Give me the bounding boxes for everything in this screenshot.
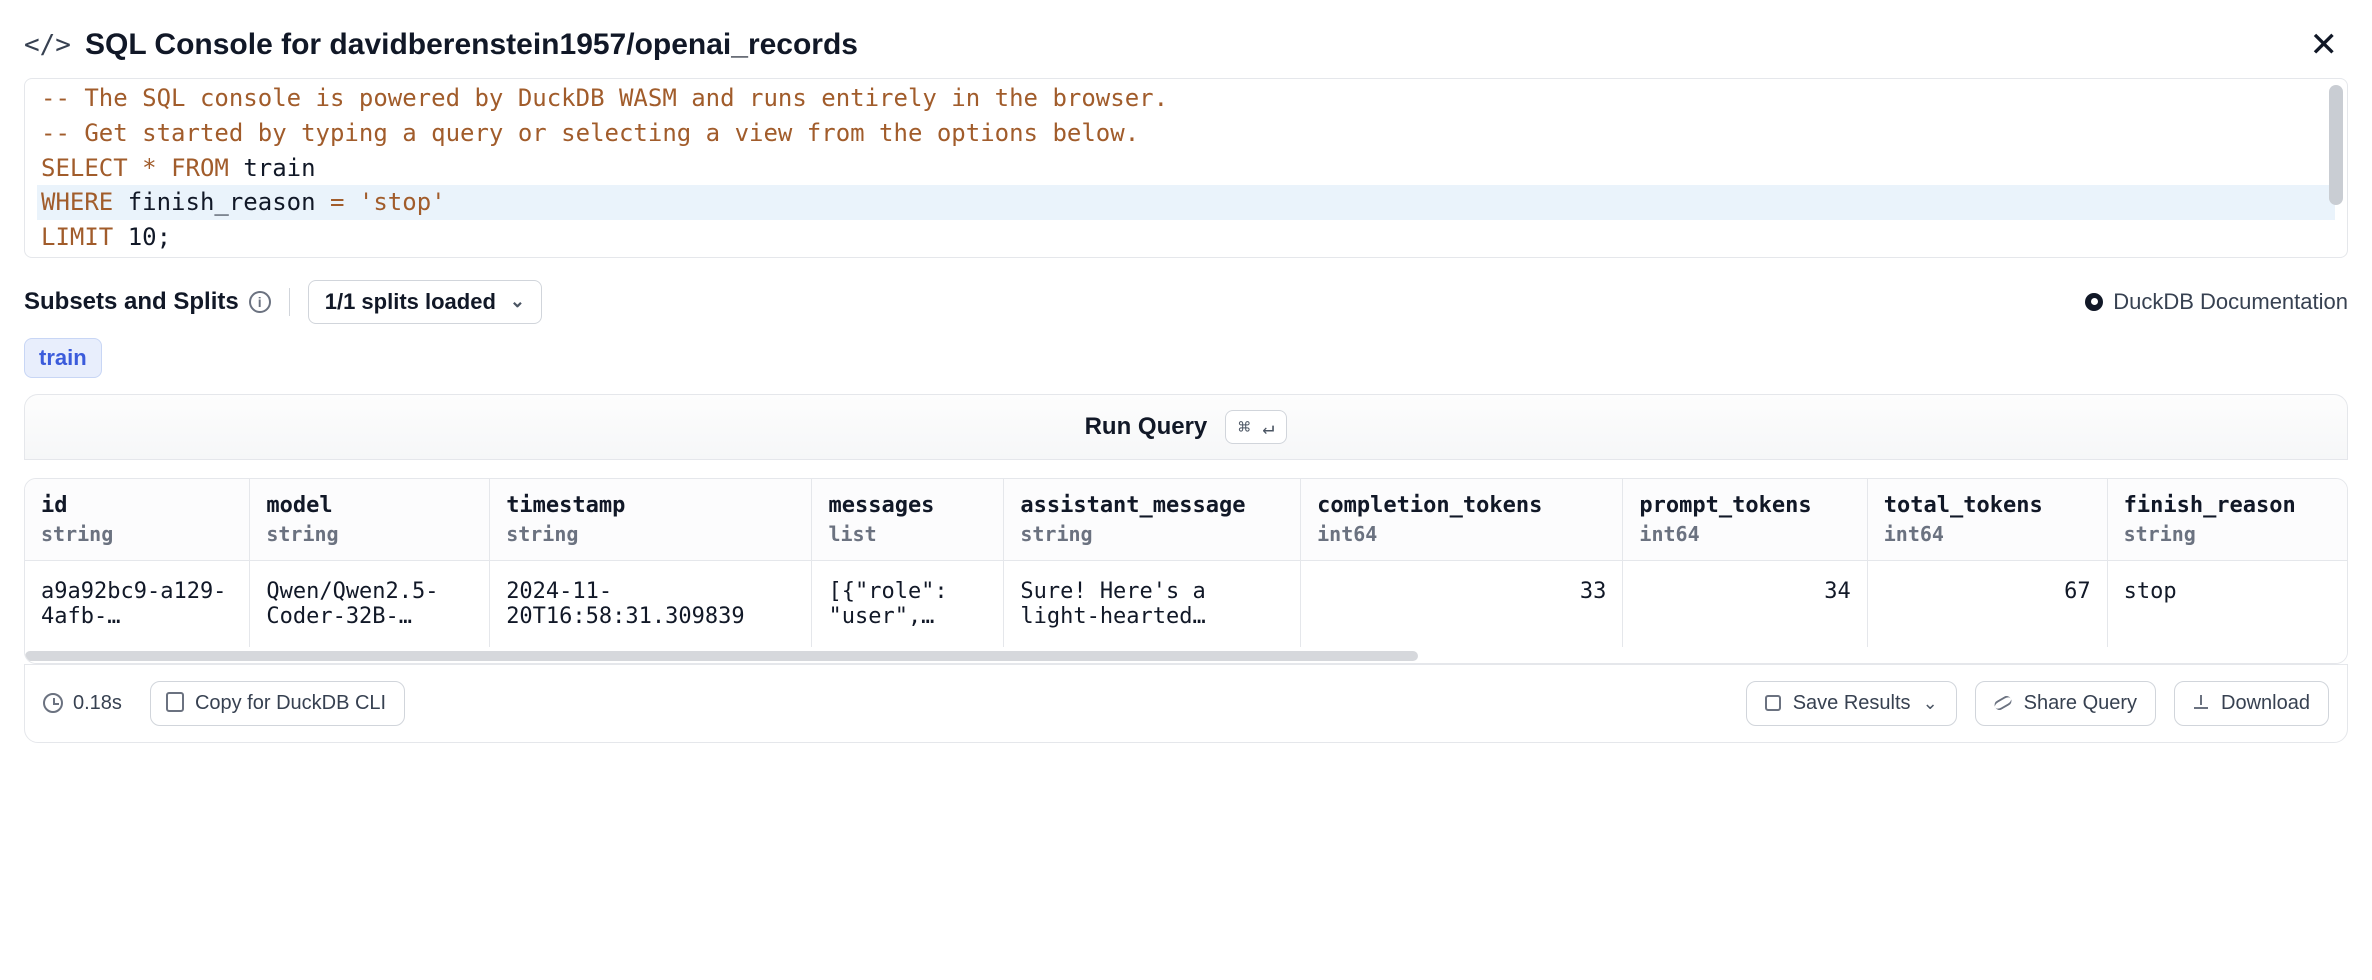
column-type: string — [506, 522, 795, 546]
column-type: int64 — [1639, 522, 1850, 546]
save-results-button[interactable]: Save Results ⌄ — [1746, 681, 1957, 726]
table-horizontal-scrollbar[interactable] — [25, 649, 2347, 663]
column-name: messages — [828, 493, 987, 518]
divider — [289, 288, 290, 316]
editor-line: WHERE finish_reason = 'stop' — [37, 185, 2335, 220]
download-button[interactable]: Download — [2174, 681, 2329, 726]
column-header-finish_reason[interactable]: finish_reasonstring — [2107, 479, 2347, 561]
scrollbar-thumb[interactable] — [25, 651, 1418, 661]
run-query-label: Run Query — [1085, 413, 1208, 441]
column-name: completion_tokens — [1317, 493, 1606, 518]
download-icon — [2193, 695, 2209, 711]
eye-icon — [2085, 293, 2103, 311]
save-results-label: Save Results — [1793, 692, 1911, 715]
split-chip-train[interactable]: train — [24, 338, 102, 378]
download-label: Download — [2221, 692, 2310, 715]
copy-cli-label: Copy for DuckDB CLI — [195, 692, 386, 715]
column-type: int64 — [1884, 522, 2091, 546]
sql-editor[interactable]: -- The SQL console is powered by DuckDB … — [24, 78, 2348, 258]
controls-row: Subsets and Splits i 1/1 splits loaded ⌄… — [24, 280, 2348, 324]
header-left: </> SQL Console for davidberenstein1957/… — [24, 28, 858, 62]
link-icon — [1992, 695, 2013, 713]
column-name: total_tokens — [1884, 493, 2091, 518]
results-table: id string model string timestamp string messag… — [25, 479, 2347, 647]
column-header-timestamp[interactable]: timestamp string — [490, 479, 812, 561]
subsets-splits-text: Subsets and Splits — [24, 288, 239, 316]
footer-left: 0.18s Copy for DuckDB CLI — [43, 681, 405, 726]
cell-completion_tokens: 33 — [1301, 560, 1623, 647]
column-header-model[interactable]: model string — [250, 479, 490, 561]
header-bar: </> SQL Console for davidberenstein1957/… — [0, 0, 2372, 78]
results-footer: 0.18s Copy for DuckDB CLI Save Results ⌄… — [24, 664, 2348, 743]
cell-model: Qwen/Qwen2.5-Coder-32B-… — [250, 560, 490, 647]
column-header-completion_tokens[interactable]: completion_tokens int64 — [1301, 479, 1623, 561]
subsets-splits-label: Subsets and Splits i — [24, 288, 271, 316]
run-query-button[interactable]: Run Query ⌘ ↵ — [24, 394, 2348, 460]
query-timing: 0.18s — [43, 692, 122, 715]
cell-timestamp: 2024-11-20T16:58:31.309839 — [490, 560, 812, 647]
close-button[interactable]: ✕ — [2300, 24, 2349, 66]
column-header-assistant_message[interactable]: assistant_messagestring — [1004, 479, 1301, 561]
editor-line: LIMIT 10; — [37, 220, 2335, 255]
results-table-wrap: id string model string timestamp string messag… — [24, 478, 2348, 664]
column-name: model — [266, 493, 473, 518]
sql-console-panel: </> SQL Console for davidberenstein1957/… — [0, 0, 2372, 763]
cell-messages: [{"role": "user",… — [812, 560, 1004, 647]
column-name: id — [41, 493, 233, 518]
editor-vertical-scrollbar[interactable] — [2329, 85, 2343, 205]
column-type: string — [1020, 522, 1284, 546]
column-header-messages[interactable]: messages list — [812, 479, 1004, 561]
column-type: int64 — [1317, 522, 1606, 546]
cell-id: a9a92bc9-a129-4afb-… — [25, 560, 250, 647]
code-icon: </> — [24, 30, 71, 60]
column-header-total_tokens[interactable]: total_tokens int64 — [1867, 479, 2107, 561]
footer-right: Save Results ⌄ Share Query Download — [1746, 681, 2329, 726]
table-row[interactable]: a9a92bc9-a129-4afb-…Qwen/Qwen2.5-Coder-3… — [25, 560, 2347, 647]
column-type: string — [41, 522, 233, 546]
chevron-down-icon: ⌄ — [510, 291, 525, 312]
column-header-id[interactable]: id string — [25, 479, 250, 561]
clock-icon — [43, 693, 63, 713]
column-type: string — [266, 522, 473, 546]
cell-finish_reason: stop — [2107, 560, 2347, 647]
column-type: string — [2124, 522, 2331, 546]
column-name: timestamp — [506, 493, 795, 518]
share-query-button[interactable]: Share Query — [1975, 681, 2156, 726]
save-icon — [1765, 695, 1781, 711]
column-name: assistant_message — [1020, 493, 1284, 518]
page-title: SQL Console for davidberenstein1957/open… — [85, 28, 858, 62]
duckdb-documentation-link[interactable]: DuckDB Documentation — [2085, 289, 2348, 315]
cell-total_tokens: 67 — [1867, 560, 2107, 647]
column-name: finish_reason — [2124, 493, 2331, 518]
splits-loaded-dropdown[interactable]: 1/1 splits loaded ⌄ — [308, 280, 542, 324]
splits-loaded-text: 1/1 splits loaded — [325, 289, 496, 315]
column-type: list — [828, 522, 987, 546]
controls-left: Subsets and Splits i 1/1 splits loaded ⌄ — [24, 280, 542, 324]
copy-duckdb-cli-button[interactable]: Copy for DuckDB CLI — [150, 681, 405, 726]
editor-line: -- The SQL console is powered by DuckDB … — [37, 81, 2335, 116]
editor-line: SELECT * FROM train — [37, 151, 2335, 186]
chevron-down-icon: ⌄ — [1923, 693, 1938, 714]
column-header-prompt_tokens[interactable]: prompt_tokens int64 — [1623, 479, 1867, 561]
doc-link-text: DuckDB Documentation — [2113, 289, 2348, 315]
editor-line: -- Get started by typing a query or sele… — [37, 116, 2335, 151]
run-shortcut-hint: ⌘ ↵ — [1225, 410, 1287, 444]
share-query-label: Share Query — [2024, 692, 2137, 715]
column-name: prompt_tokens — [1639, 493, 1850, 518]
cell-prompt_tokens: 34 — [1623, 560, 1867, 647]
copy-icon — [169, 695, 183, 711]
cell-assistant_message: Sure! Here's a light-hearted… — [1004, 560, 1301, 647]
split-chip-row: train — [24, 338, 2348, 378]
timing-text: 0.18s — [73, 692, 122, 715]
info-icon[interactable]: i — [249, 291, 271, 313]
